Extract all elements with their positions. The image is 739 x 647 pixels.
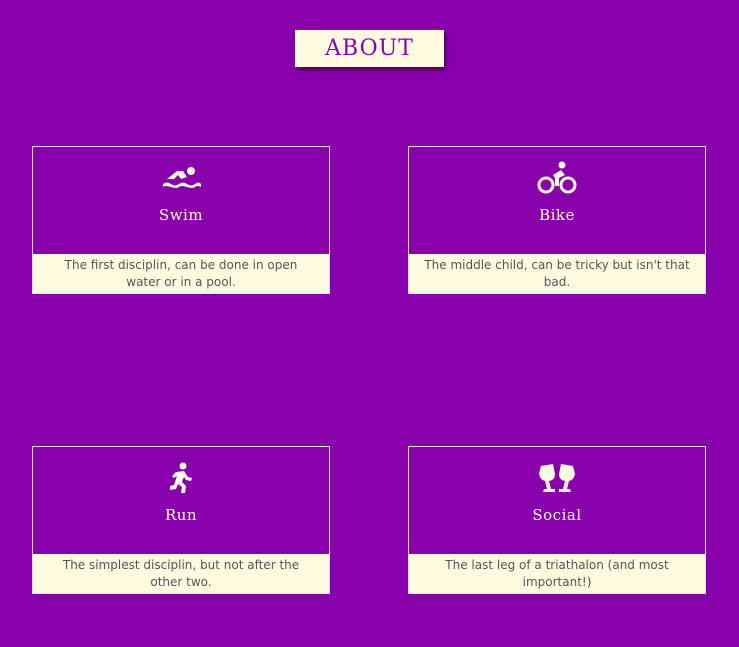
card-header: Social [409, 447, 705, 555]
card-description: The middle child, can be tricky but isn'… [409, 254, 705, 293]
card-swim: Swim The first disciplin, can be done in… [32, 146, 330, 294]
card-description: The last leg of a triathalon (and most i… [409, 554, 705, 593]
swimmer-icon [159, 163, 203, 193]
card-header: Run [33, 447, 329, 555]
card-title: Run [164, 506, 198, 524]
card-social: Social The last leg of a triathalon (and… [408, 446, 706, 594]
about-section: ABOUT Swim The first disciplin, can be d… [0, 0, 739, 647]
card-title: Swim [158, 206, 204, 224]
card-description: The first disciplin, can be done in open… [33, 254, 329, 293]
card-run: Run The simplest disciplin, but not afte… [32, 446, 330, 594]
card-description: The simplest disciplin, but not after th… [33, 554, 329, 593]
card-bike: Bike The middle child, can be tricky but… [408, 146, 706, 294]
card-title: Social [532, 506, 582, 524]
card-header: Bike [409, 147, 705, 255]
running-icon [159, 462, 203, 493]
card-header: Swim [33, 147, 329, 255]
about-heading: ABOUT [295, 30, 444, 67]
glass-cheers-icon [535, 463, 579, 493]
card-title: Bike [539, 206, 575, 224]
biking-icon [535, 161, 579, 194]
